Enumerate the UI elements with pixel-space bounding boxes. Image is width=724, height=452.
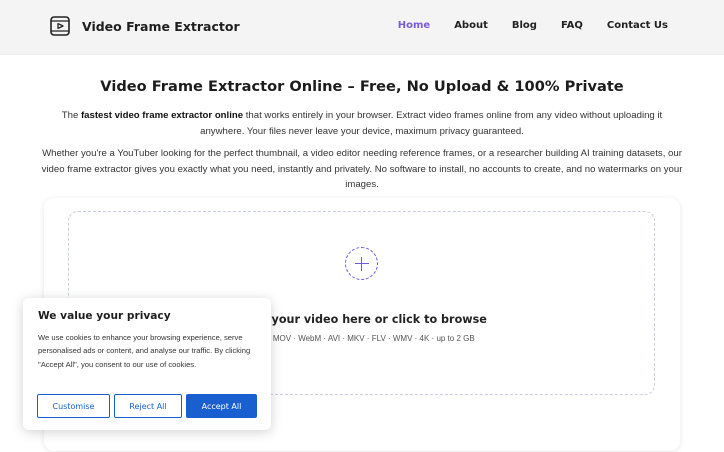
cookie-banner: We value your privacy We use cookies to … <box>23 298 271 430</box>
intro-prefix: The <box>61 110 81 121</box>
nav-about[interactable]: About <box>454 20 488 31</box>
customise-button[interactable]: Customise <box>37 394 110 418</box>
main-nav: Home About Blog FAQ Contact Us <box>374 20 668 31</box>
logo-text: Video Frame Extractor <box>82 18 240 34</box>
cookie-text: We use cookies to enhance your browsing … <box>38 333 251 369</box>
reject-all-button[interactable]: Reject All <box>114 394 182 418</box>
nav-blog[interactable]: Blog <box>512 20 537 31</box>
intro-paragraph: The fastest video frame extractor online… <box>40 108 684 139</box>
nav-contact-us[interactable]: Contact Us <box>607 20 668 31</box>
plus-circle-icon[interactable] <box>345 247 378 280</box>
video-file-icon <box>50 16 70 36</box>
intro-suffix: that works entirely in your browser. Ext… <box>200 110 663 137</box>
nav-faq[interactable]: FAQ <box>561 20 583 31</box>
site-header: Video Frame Extractor Home About Blog FA… <box>0 0 724 55</box>
description-paragraph: Whether you're a YouTuber looking for th… <box>41 148 683 190</box>
intro-bold: fastest video frame extractor online <box>80 110 244 121</box>
nav-home[interactable]: Home <box>398 20 430 31</box>
logo[interactable]: Video Frame Extractor <box>50 16 240 36</box>
page-title: Video Frame Extractor Online – Free, No … <box>100 78 624 95</box>
cookie-title: We value your privacy <box>38 310 171 322</box>
accept-all-button[interactable]: Accept All <box>186 394 257 418</box>
